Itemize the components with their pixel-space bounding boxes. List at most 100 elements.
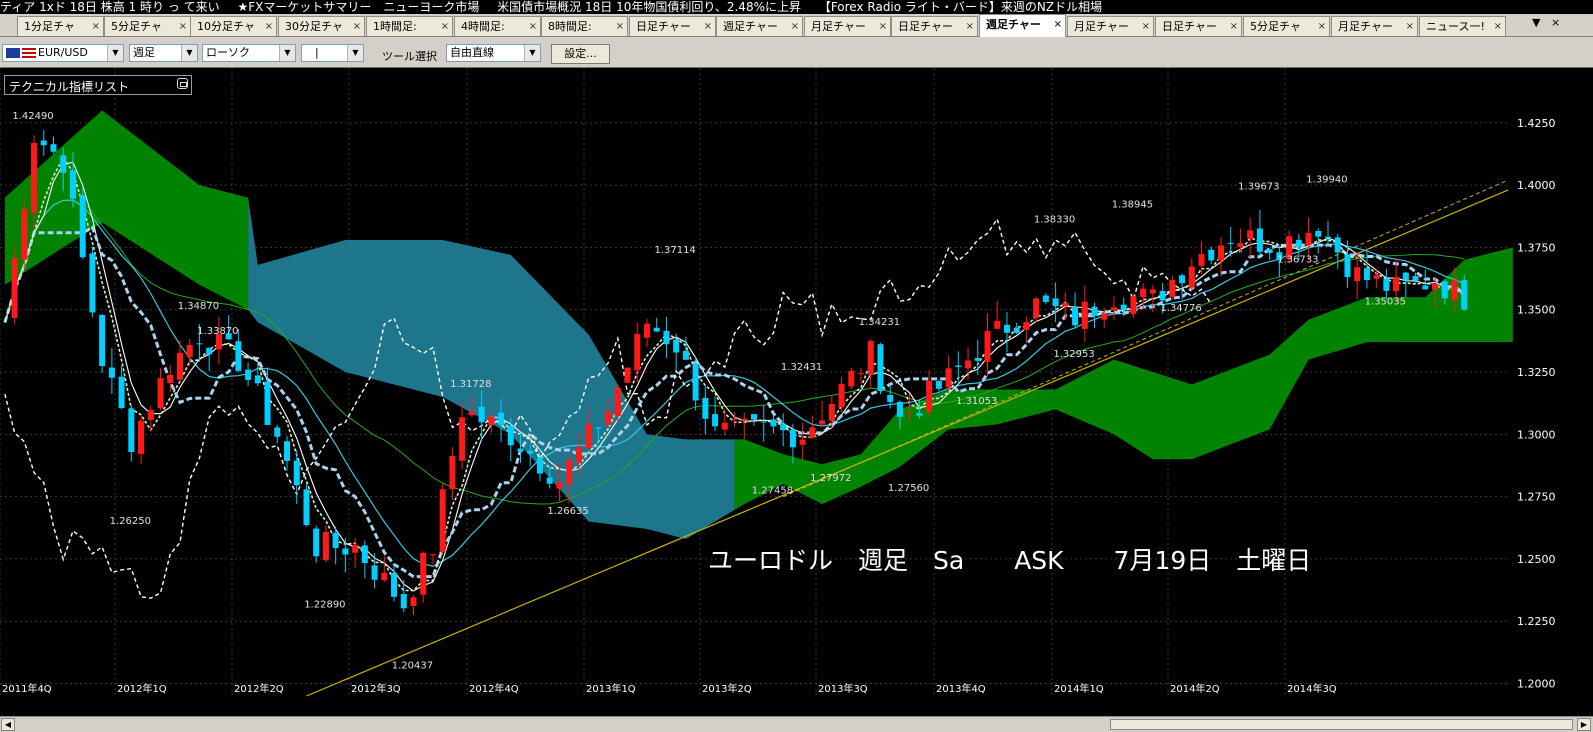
chart-tab[interactable]: ニュース一! × — [1419, 16, 1506, 36]
candle-body — [468, 411, 475, 416]
tab-close-icon[interactable]: × — [1406, 17, 1414, 36]
tab-close-icon[interactable]: × — [1230, 17, 1238, 36]
tab-close-icon[interactable]: × — [791, 17, 799, 36]
chart-tab[interactable]: 月足チャー × — [1067, 16, 1154, 36]
tab-close-icon[interactable]: × — [879, 17, 887, 36]
price-annotation: 1.27458 — [752, 486, 793, 497]
tab-close-icon[interactable]: × — [353, 17, 361, 36]
news-ticker[interactable]: ティア 1xド 18日 株高 1 時り っ て来い ★FXマーケットサマリー ニ… — [0, 0, 1593, 14]
candle-body — [575, 446, 582, 463]
candle-body — [1072, 307, 1079, 326]
y-tick-label: 1.3250 — [1517, 366, 1556, 379]
x-tick-label: 2012年2Q — [234, 682, 284, 695]
symbol-select[interactable]: EUR/USD ▼ — [2, 44, 124, 62]
chart-tab[interactable]: 1分足チャ × — [17, 16, 104, 36]
chevron-down-icon: ▼ — [524, 45, 540, 61]
drawing-tool-select[interactable]: 自由直線 ▼ — [446, 44, 541, 62]
chart-type-select[interactable]: ローソク ▼ — [202, 44, 296, 62]
chart-tab[interactable]: 10分足チャ × — [190, 16, 277, 36]
tab-label: 月足チャー — [1074, 20, 1129, 33]
chart-tab[interactable]: 4時間足: × — [454, 16, 541, 36]
x-tick-label: 2013年2Q — [702, 682, 752, 695]
tab-close-icon[interactable]: × — [704, 17, 712, 36]
tab-close-icon[interactable]: × — [1054, 15, 1062, 34]
price-annotation: 1.38330 — [1034, 215, 1075, 226]
candle-body — [284, 441, 291, 461]
tab-close-icon[interactable]: × — [265, 17, 273, 36]
chart-tab[interactable]: 5分足チャ × — [104, 16, 191, 36]
tab-label: ニュース一! — [1426, 20, 1485, 33]
candle-body — [887, 394, 894, 402]
ticker-item[interactable]: ティア 1xド 18日 株高 1 時り っ て来い — [0, 0, 220, 14]
chart-annotation-text[interactable]: ユーロドル 週足 Sa ASK 7月19日 土曜日 — [708, 546, 1311, 575]
tab-close-icon[interactable]: × — [441, 17, 449, 36]
candle-body — [974, 357, 981, 361]
candle-body — [780, 424, 787, 431]
chart-tab[interactable]: 1時間足: × — [366, 16, 453, 36]
candle-body — [1373, 275, 1380, 279]
horizontal-scrollbar[interactable]: ◀ ▶ — [0, 716, 1593, 732]
window-close-icon[interactable]: × — [1551, 16, 1560, 29]
candle-body — [624, 367, 631, 383]
candle-body — [186, 345, 193, 357]
candle-body — [157, 378, 164, 409]
tab-label: 日足チャー — [636, 20, 691, 33]
tab-close-icon[interactable]: × — [966, 17, 974, 36]
restore-icon[interactable] — [177, 78, 188, 89]
candle-body — [1140, 288, 1147, 298]
price-annotation: 1.33870 — [197, 326, 238, 337]
chart-tab[interactable]: 日足チャー × — [891, 16, 978, 36]
price-annotation: 1.31728 — [450, 379, 491, 390]
price-chart[interactable]: 1.42490 1.34870 1.33870 1.26250 1.22890 1.204… — [0, 68, 1593, 716]
candle-body — [1305, 232, 1312, 246]
tab-close-icon[interactable]: × — [616, 17, 624, 36]
candle-body — [702, 397, 709, 419]
tab-label: 4時間足: — [461, 20, 505, 33]
candle-body — [1149, 289, 1156, 294]
tab-close-icon[interactable]: × — [179, 17, 187, 36]
tab-close-icon[interactable]: × — [529, 17, 537, 36]
timeframe-select[interactable]: 週足 ▼ — [129, 44, 198, 62]
chart-tab[interactable]: 週足チャー × — [979, 14, 1066, 37]
tab-close-icon[interactable]: × — [1494, 17, 1502, 36]
x-tick-label: 2012年4Q — [469, 682, 519, 695]
candle-body — [79, 195, 86, 258]
ticker-item[interactable]: 米国債市場概況 18日 10年物国債利回り、2.48%に上昇 — [497, 0, 801, 14]
candle-body — [313, 528, 320, 557]
candle-body — [352, 545, 359, 553]
chart-tab[interactable]: 月足チャー × — [804, 16, 891, 36]
chart-tab[interactable]: 週足チャー × — [716, 16, 803, 36]
tab-list-menu-icon[interactable]: ▼ — [1532, 16, 1540, 29]
candle-body — [1325, 236, 1332, 239]
settings-button[interactable]: 設定... — [551, 44, 610, 64]
chart-tab[interactable]: 8時間足: × — [541, 16, 628, 36]
candle-body — [1081, 301, 1088, 329]
line-style-select[interactable]: | ▼ — [301, 44, 364, 62]
scrollbar-thumb[interactable] — [1110, 719, 1573, 730]
tab-close-icon[interactable]: × — [92, 17, 100, 36]
indicator-list-panel[interactable]: テクニカル指標リスト — [4, 75, 192, 95]
chart-tab[interactable]: 5分足チャ × — [1243, 16, 1330, 36]
candle-body — [1256, 228, 1263, 252]
candle-body — [527, 450, 534, 454]
chart-type-value: ローソク — [206, 46, 250, 59]
chart-tab[interactable]: 日足チャー × — [1155, 16, 1242, 36]
tab-close-icon[interactable]: × — [1142, 17, 1150, 36]
us-flag-icon — [22, 48, 36, 58]
scroll-left-icon[interactable]: ◀ — [1, 718, 15, 731]
scroll-right-icon[interactable]: ▶ — [1577, 718, 1591, 731]
ticker-item[interactable]: 【Forex Radio ライト・バード】来週のNZドル相場 — [819, 0, 1102, 14]
x-tick-label: 2012年1Q — [117, 682, 167, 695]
price-annotation: 1.26635 — [547, 506, 588, 517]
tab-close-icon[interactable]: × — [1318, 17, 1326, 36]
candle-body — [1217, 245, 1224, 261]
candle-body — [11, 258, 18, 318]
tab-label: 8時間足: — [548, 20, 592, 33]
candle-body — [770, 419, 777, 427]
chart-tab[interactable]: 30分足チャ × — [278, 16, 365, 36]
candle-body — [254, 375, 261, 384]
chart-tab[interactable]: 月足チャー × — [1331, 16, 1418, 36]
ticker-item[interactable]: ★FXマーケットサマリー ニューヨーク市場 — [237, 0, 479, 14]
candle-body — [21, 209, 28, 260]
chart-tab[interactable]: 日足チャー × — [629, 16, 716, 36]
